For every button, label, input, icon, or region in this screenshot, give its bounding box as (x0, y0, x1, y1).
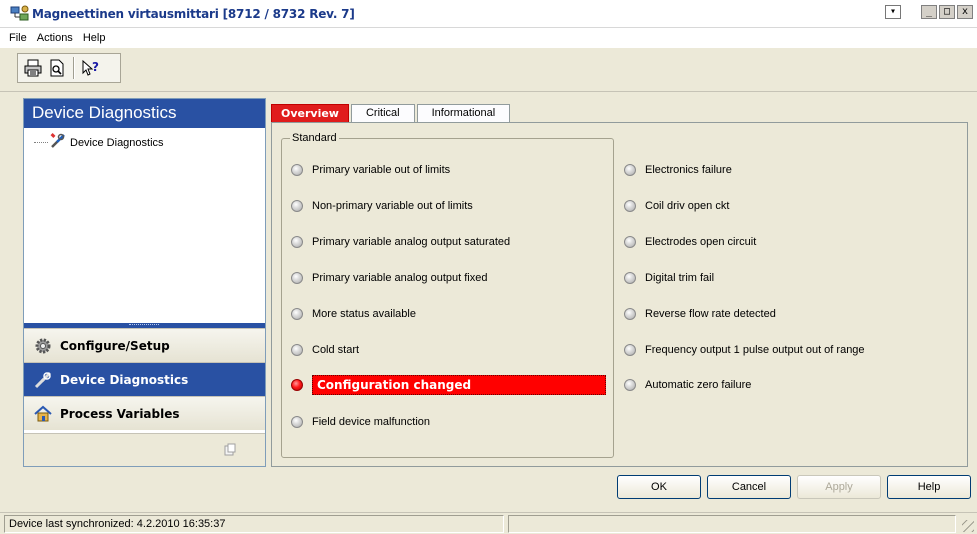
groupbox-legend: Standard (290, 132, 339, 144)
status-led-icon (291, 200, 303, 212)
tree-item-label: Device Diagnostics (70, 136, 164, 149)
status-led-icon (624, 379, 636, 391)
nav-label: Device Diagnostics (60, 372, 189, 387)
status-led-icon (624, 308, 636, 320)
status-field-device-malfunction: Field device malfunction (291, 412, 430, 432)
status-digital-trim-fail: Digital trim fail (624, 268, 714, 288)
tree-item-device-diagnostics[interactable]: Device Diagnostics (34, 133, 164, 152)
tab-informational[interactable]: Informational (416, 104, 511, 122)
nav-configure-setup[interactable]: Configure/Setup (24, 328, 265, 362)
status-label: Field device malfunction (312, 416, 431, 428)
status-non-primary-variable-out-of-limits: Non-primary variable out of limits (291, 196, 473, 216)
tab-overview[interactable]: Overview (271, 104, 349, 122)
status-label: Automatic zero failure (645, 379, 752, 391)
status-label: Digital trim fail (645, 272, 715, 284)
print-icon[interactable] (22, 57, 44, 79)
status-label-alert: Configuration changed (312, 375, 606, 395)
resize-grip-icon[interactable] (962, 520, 974, 532)
status-label: Primary variable out of limits (312, 164, 451, 176)
status-led-icon (291, 272, 303, 284)
nav-process-variables[interactable]: Process Variables (24, 396, 265, 430)
tools-icon (50, 133, 66, 152)
status-coil-drive-open: Coil driv open ckt (624, 196, 729, 216)
ok-button[interactable]: OK (617, 475, 701, 499)
status-electronics-failure: Electronics failure (624, 160, 732, 180)
status-label: More status available (312, 308, 416, 320)
window-title: Magneettinen virtausmittari [8712 / 8732… (32, 6, 355, 21)
status-led-icon (624, 272, 636, 284)
maximize-button[interactable]: □ (939, 5, 955, 19)
status-label: Electronics failure (645, 164, 732, 176)
status-led-icon (624, 344, 636, 356)
tab-page-overview: Standard Primary variable out of limits … (271, 122, 968, 467)
toolbar-separator (73, 57, 75, 79)
status-bar: Device last synchronized: 4.2.2010 16:35… (0, 512, 977, 534)
status-label: Primary variable analog output saturated (312, 236, 511, 248)
help-button[interactable]: Help (887, 475, 971, 499)
close-button[interactable]: x (957, 5, 973, 19)
navigation-panel: Device Diagnostics Device Diagnostics Co… (23, 98, 266, 467)
status-primary-variable-out-of-limits: Primary variable out of limits (291, 160, 450, 180)
status-label: Electrodes open circuit (645, 236, 757, 248)
status-led-icon (291, 344, 303, 356)
status-sync-text: Device last synchronized: 4.2.2010 16:35… (4, 515, 504, 533)
status-label: Non-primary variable out of limits (312, 200, 473, 212)
status-led-icon (624, 200, 636, 212)
splitter-grip[interactable] (129, 324, 159, 326)
home-icon (34, 405, 52, 423)
nav-footer (24, 433, 265, 466)
status-reverse-flow: Reverse flow rate detected (624, 304, 776, 324)
minimize-button[interactable]: _ (921, 5, 937, 19)
status-led-icon (624, 164, 636, 176)
status-frequency-output: Frequency output 1 pulse output out of r… (624, 340, 865, 360)
status-label: Primary variable analog output fixed (312, 272, 488, 284)
nav-label: Configure/Setup (60, 338, 170, 353)
configure-buttons-icon[interactable] (223, 443, 237, 457)
toolbar-group: ? (17, 53, 121, 83)
network-device-icon[interactable] (10, 5, 30, 23)
title-bar[interactable]: Magneettinen virtausmittari [8712 / 8732… (0, 0, 977, 28)
status-label: Frequency output 1 pulse output out of r… (645, 344, 865, 356)
panel-header: Device Diagnostics (24, 99, 265, 128)
status-analog-output-saturated: Primary variable analog output saturated (291, 232, 510, 252)
nav-label: Process Variables (60, 406, 180, 421)
tab-strip: Overview Critical Informational (271, 104, 512, 122)
tab-critical[interactable]: Critical (350, 104, 415, 122)
status-cold-start: Cold start (291, 340, 359, 360)
status-led-icon (624, 236, 636, 248)
toolbar: ? (0, 48, 977, 92)
status-configuration-changed: Configuration changed (291, 375, 606, 395)
standard-groupbox: Standard (281, 132, 614, 458)
cancel-button[interactable]: Cancel (707, 475, 791, 499)
system-menu-button[interactable]: ▾ (885, 5, 901, 19)
status-analog-output-fixed: Primary variable analog output fixed (291, 268, 487, 288)
status-led-icon (291, 416, 303, 428)
status-label: Cold start (312, 344, 360, 356)
menu-bar: File Actions Help (0, 28, 977, 48)
menu-help[interactable]: Help (82, 32, 107, 44)
svg-text:?: ? (92, 60, 99, 74)
nav-device-diagnostics[interactable]: Device Diagnostics (24, 362, 265, 396)
gear-icon (34, 337, 52, 355)
tools-icon (34, 371, 52, 389)
status-led-icon (291, 164, 303, 176)
status-label: Coil driv open ckt (645, 200, 730, 212)
status-electrodes-open-circuit: Electrodes open circuit (624, 232, 756, 252)
status-led-icon (291, 308, 303, 320)
menu-file[interactable]: File (8, 32, 28, 44)
status-led-active-icon (291, 379, 303, 391)
apply-button[interactable]: Apply (797, 475, 881, 499)
status-label: Reverse flow rate detected (645, 308, 776, 320)
diagnostics-panel: Overview Critical Informational Standard… (271, 98, 968, 467)
print-preview-icon[interactable] (46, 57, 68, 79)
menu-actions[interactable]: Actions (36, 32, 74, 44)
status-more-status-available: More status available (291, 304, 416, 324)
context-help-icon[interactable]: ? (80, 57, 102, 79)
status-automatic-zero-failure: Automatic zero failure (624, 375, 751, 395)
status-led-icon (291, 236, 303, 248)
tree-connector (34, 142, 48, 143)
status-pane-empty (508, 515, 956, 533)
app-window: Magneettinen virtausmittari [8712 / 8732… (0, 0, 977, 534)
